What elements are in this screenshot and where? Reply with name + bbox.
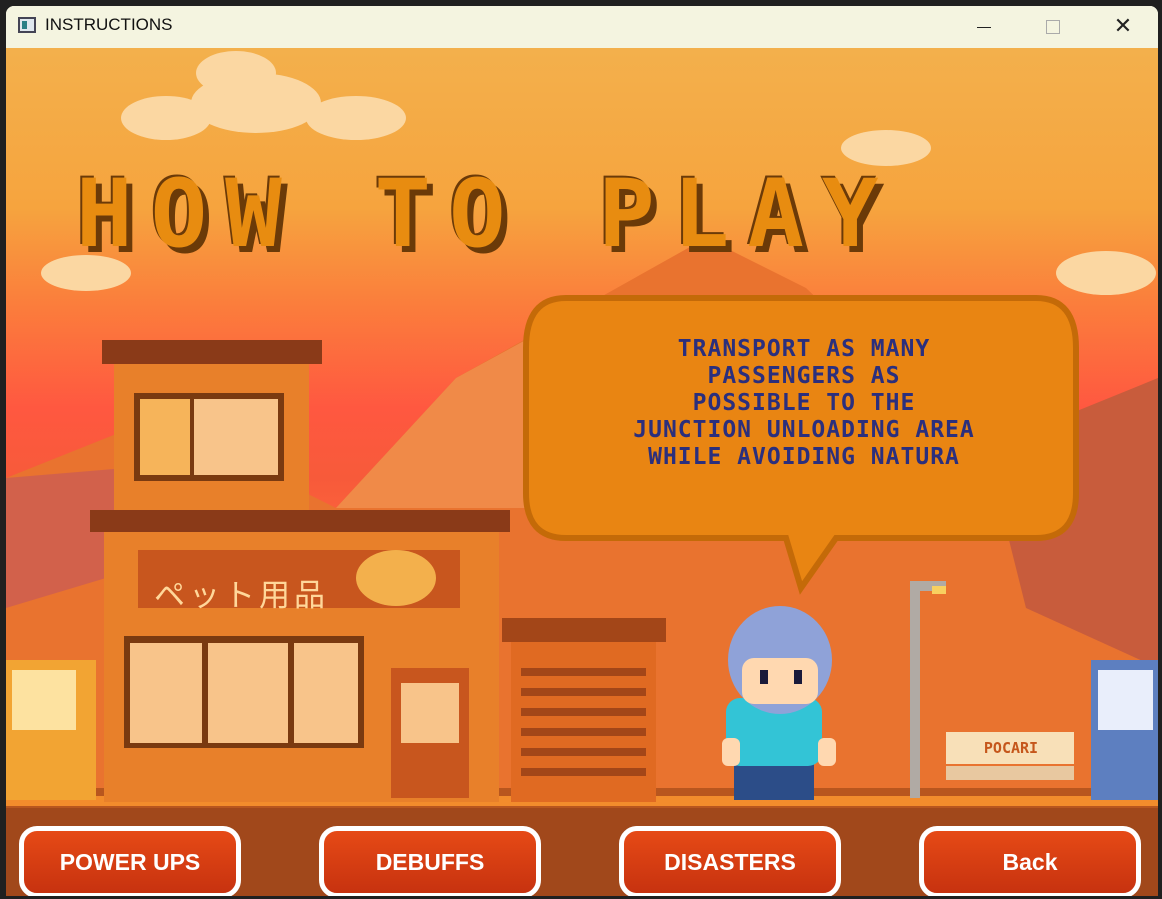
screen-heading: HOW TO PLAY xyxy=(76,160,897,269)
game-scene: HOW TO PLAY TRANSPORT AS MANY PASSENGERS… xyxy=(6,48,1158,896)
instruction-text: TRANSPORT AS MANY PASSENGERS AS POSSIBLE… xyxy=(554,336,1054,471)
bench-sign: POCARI xyxy=(983,739,1039,757)
game-window: INSTRUCTIONS ✕ HOW TO PLAY TRANSPORT AS … xyxy=(6,6,1158,896)
minimize-button[interactable] xyxy=(949,6,1019,48)
disasters-button[interactable]: DISASTERS xyxy=(619,826,841,896)
title-bar[interactable]: INSTRUCTIONS ✕ xyxy=(6,6,1158,48)
minimize-icon xyxy=(977,26,991,28)
instruction-line: POSSIBLE TO THE xyxy=(692,390,916,416)
app-icon xyxy=(18,17,36,33)
window-title: INSTRUCTIONS xyxy=(45,15,173,34)
debuffs-button[interactable]: DEBUFFS xyxy=(319,826,541,896)
maximize-icon xyxy=(1046,20,1060,34)
maximize-button[interactable] xyxy=(1018,6,1088,48)
instruction-line: JUNCTION UNLOADING AREA xyxy=(633,417,975,443)
close-icon: ✕ xyxy=(1113,14,1133,39)
back-button[interactable]: Back xyxy=(919,826,1141,896)
instruction-line: TRANSPORT AS MANY xyxy=(677,336,931,362)
close-button[interactable]: ✕ xyxy=(1088,6,1158,48)
power-ups-button[interactable]: POWER UPS xyxy=(19,826,241,896)
instruction-line: PASSENGERS AS xyxy=(707,363,901,389)
instruction-line: WHILE AVOIDING NATURA xyxy=(648,444,960,470)
shop-sign: ペット用品 xyxy=(154,578,329,614)
